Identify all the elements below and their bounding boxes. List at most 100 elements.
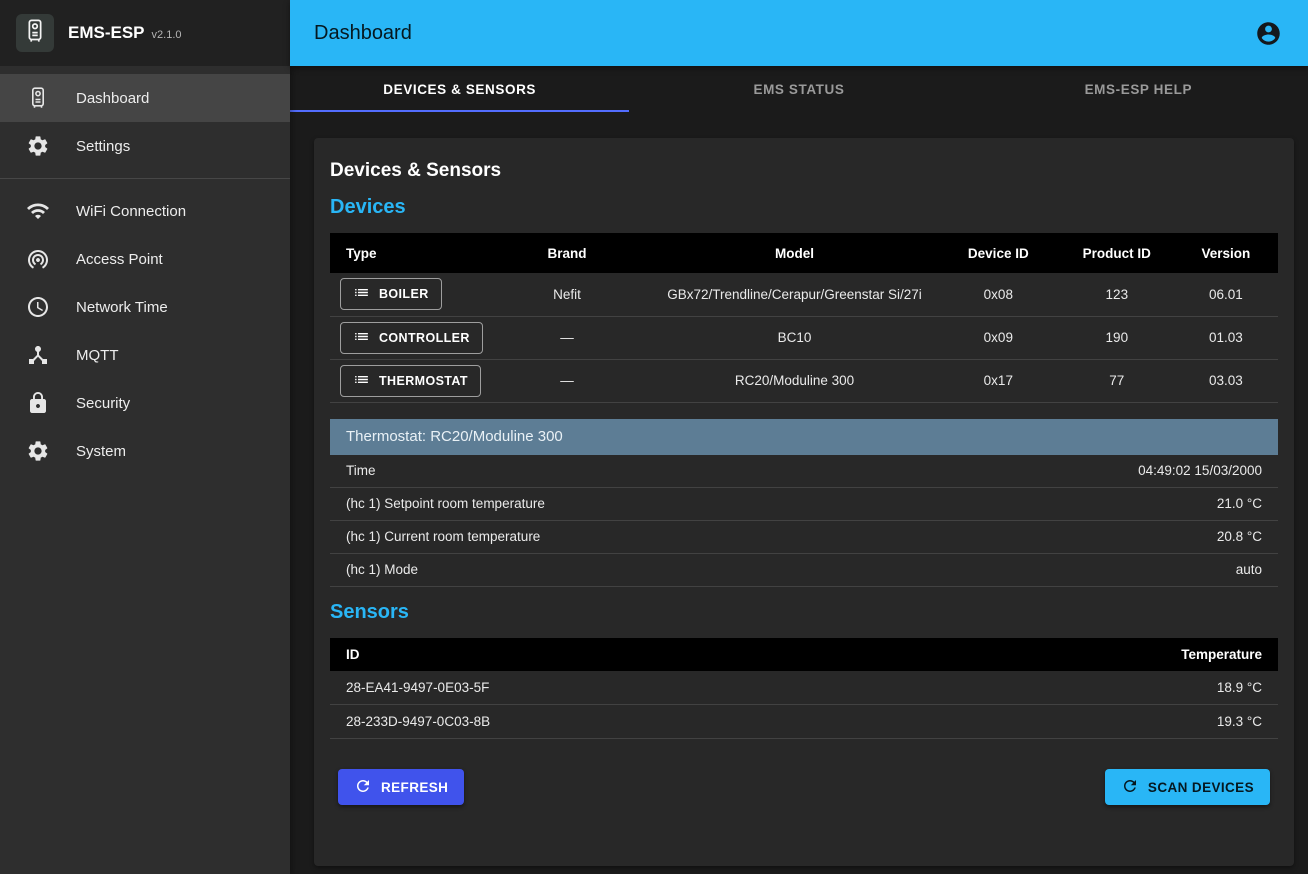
main-area: Dashboard DEVICES & SENSORS EMS STATUS E… xyxy=(290,0,1308,874)
sidebar-item-label: Settings xyxy=(76,138,130,155)
device-row-controller[interactable]: CONTROLLER — BC10 0x09 190 01.03 xyxy=(330,316,1278,359)
list-icon xyxy=(353,371,370,391)
column-header: Product ID xyxy=(1060,233,1174,273)
device-data-row: Time 04:49:02 15/03/2000 xyxy=(330,455,1278,488)
scan-devices-button[interactable]: SCAN DEVICES xyxy=(1105,769,1270,805)
device-id: 0x17 xyxy=(937,359,1060,402)
tab-ems-status[interactable]: EMS STATUS xyxy=(629,66,968,112)
data-label: (hc 1) Mode xyxy=(346,562,418,577)
content-area: Devices & Sensors Devices Type Brand Mod… xyxy=(290,112,1308,874)
device-id: 0x08 xyxy=(937,273,1060,316)
sidebar-divider xyxy=(0,178,290,179)
device-model: BC10 xyxy=(652,316,936,359)
sidebar-item-label: Network Time xyxy=(76,299,168,316)
devices-sensors-card: Devices & Sensors Devices Type Brand Mod… xyxy=(314,138,1294,866)
lock-icon xyxy=(26,391,50,415)
page-title: Dashboard xyxy=(314,22,412,45)
list-icon xyxy=(353,328,370,348)
app-logo xyxy=(16,14,54,52)
tab-devices-sensors[interactable]: DEVICES & SENSORS xyxy=(290,66,629,112)
app-bar: Dashboard xyxy=(290,0,1308,66)
boiler-device-icon xyxy=(22,18,48,49)
device-type-label: BOILER xyxy=(379,287,429,301)
device-type-button[interactable]: THERMOSTAT xyxy=(340,365,481,397)
data-value: 20.8 °C xyxy=(1217,529,1262,544)
sidebar-item-settings[interactable]: Settings xyxy=(0,122,290,170)
settings-gear-icon xyxy=(26,134,50,158)
device-data-row: (hc 1) Mode auto xyxy=(330,554,1278,587)
actions-row: REFRESH SCAN DEVICES xyxy=(330,769,1278,805)
data-value: auto xyxy=(1236,562,1262,577)
device-data-list: Time 04:49:02 15/03/2000 (hc 1) Setpoint… xyxy=(330,455,1278,587)
mqtt-hub-icon xyxy=(26,343,50,367)
clock-icon xyxy=(26,295,50,319)
device-brand: — xyxy=(482,316,653,359)
sidebar-item-system[interactable]: System xyxy=(0,427,290,475)
column-header: Temperature xyxy=(994,638,1278,671)
product-id: 123 xyxy=(1060,273,1174,316)
tab-ems-esp-help[interactable]: EMS-ESP HELP xyxy=(969,66,1308,112)
sensors-heading: Sensors xyxy=(330,601,1278,624)
product-id: 190 xyxy=(1060,316,1174,359)
system-gear-icon xyxy=(26,439,50,463)
app-name: EMS-ESP xyxy=(68,23,145,43)
column-header: Model xyxy=(652,233,936,273)
data-value: 04:49:02 15/03/2000 xyxy=(1138,463,1262,478)
device-version: 06.01 xyxy=(1174,273,1278,316)
data-label: Time xyxy=(346,463,376,478)
device-brand: Nefit xyxy=(482,273,653,316)
sidebar-item-dashboard[interactable]: Dashboard xyxy=(0,74,290,122)
dashboard-icon xyxy=(26,86,50,110)
device-version: 01.03 xyxy=(1174,316,1278,359)
refresh-button[interactable]: REFRESH xyxy=(338,769,464,805)
sidebar-item-label: System xyxy=(76,443,126,460)
data-label: (hc 1) Current room temperature xyxy=(346,529,540,544)
account-icon[interactable] xyxy=(1255,20,1282,47)
app-version: v2.1.0 xyxy=(152,29,182,41)
sidebar-item-label: MQTT xyxy=(76,347,119,364)
sensors-table-header: ID Temperature xyxy=(330,638,1278,671)
column-header: Type xyxy=(330,233,482,273)
sensor-id: 28-EA41-9497-0E03-5F xyxy=(330,671,994,705)
device-type-label: THERMOSTAT xyxy=(379,374,468,388)
device-type-button[interactable]: CONTROLLER xyxy=(340,322,483,354)
column-header: Brand xyxy=(482,233,653,273)
devices-table: Type Brand Model Device ID Product ID Ve… xyxy=(330,233,1278,403)
refresh-icon xyxy=(1121,777,1139,798)
sidebar-item-label: Security xyxy=(76,395,130,412)
device-type-button[interactable]: BOILER xyxy=(340,278,442,310)
scan-devices-button-label: SCAN DEVICES xyxy=(1148,780,1254,795)
refresh-icon xyxy=(354,777,372,798)
sensor-id: 28-233D-9497-0C03-8B xyxy=(330,705,994,739)
device-type-label: CONTROLLER xyxy=(379,331,470,345)
sidebar-item-security[interactable]: Security xyxy=(0,379,290,427)
sensors-table: ID Temperature 28-EA41-9497-0E03-5F 18.9… xyxy=(330,638,1278,740)
tab-bar: DEVICES & SENSORS EMS STATUS EMS-ESP HEL… xyxy=(290,66,1308,112)
sidebar-item-wifi-connection[interactable]: WiFi Connection xyxy=(0,187,290,235)
device-model: RC20/Moduline 300 xyxy=(652,359,936,402)
column-header: Version xyxy=(1174,233,1278,273)
device-data-row: (hc 1) Current room temperature 20.8 °C xyxy=(330,521,1278,554)
card-title: Devices & Sensors xyxy=(330,160,1278,182)
product-id: 77 xyxy=(1060,359,1174,402)
devices-table-header: Type Brand Model Device ID Product ID Ve… xyxy=(330,233,1278,273)
device-id: 0x09 xyxy=(937,316,1060,359)
device-row-boiler[interactable]: BOILER Nefit GBx72/Trendline/Cerapur/Gre… xyxy=(330,273,1278,316)
data-label: (hc 1) Setpoint room temperature xyxy=(346,496,545,511)
device-brand: — xyxy=(482,359,653,402)
column-header: Device ID xyxy=(937,233,1060,273)
device-row-thermostat[interactable]: THERMOSTAT — RC20/Moduline 300 0x17 77 0… xyxy=(330,359,1278,402)
device-data-row: (hc 1) Setpoint room temperature 21.0 °C xyxy=(330,488,1278,521)
sidebar-item-access-point[interactable]: Access Point xyxy=(0,235,290,283)
list-icon xyxy=(353,284,370,304)
sidebar-item-mqtt[interactable]: MQTT xyxy=(0,331,290,379)
sensor-temperature: 19.3 °C xyxy=(994,705,1278,739)
data-value: 21.0 °C xyxy=(1217,496,1262,511)
sensor-row: 28-EA41-9497-0E03-5F 18.9 °C xyxy=(330,671,1278,705)
sidebar-item-network-time[interactable]: Network Time xyxy=(0,283,290,331)
sidebar: EMS-ESP v2.1.0 Dashboard Settings xyxy=(0,0,290,874)
sidebar-header: EMS-ESP v2.1.0 xyxy=(0,0,290,66)
sensor-row: 28-233D-9497-0C03-8B 19.3 °C xyxy=(330,705,1278,739)
device-model: GBx72/Trendline/Cerapur/Greenstar Si/27i xyxy=(652,273,936,316)
access-point-icon xyxy=(26,247,50,271)
